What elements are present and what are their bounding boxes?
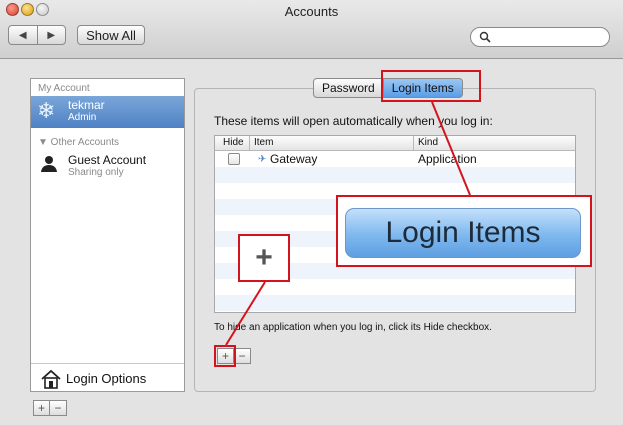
callout-connector-lines [225,101,471,346]
accounts-window: Accounts ◀ ▶ Show All My Account ❄ tekma… [0,0,623,425]
tab-connector-line [431,101,471,196]
plus-connector-line [225,281,266,346]
